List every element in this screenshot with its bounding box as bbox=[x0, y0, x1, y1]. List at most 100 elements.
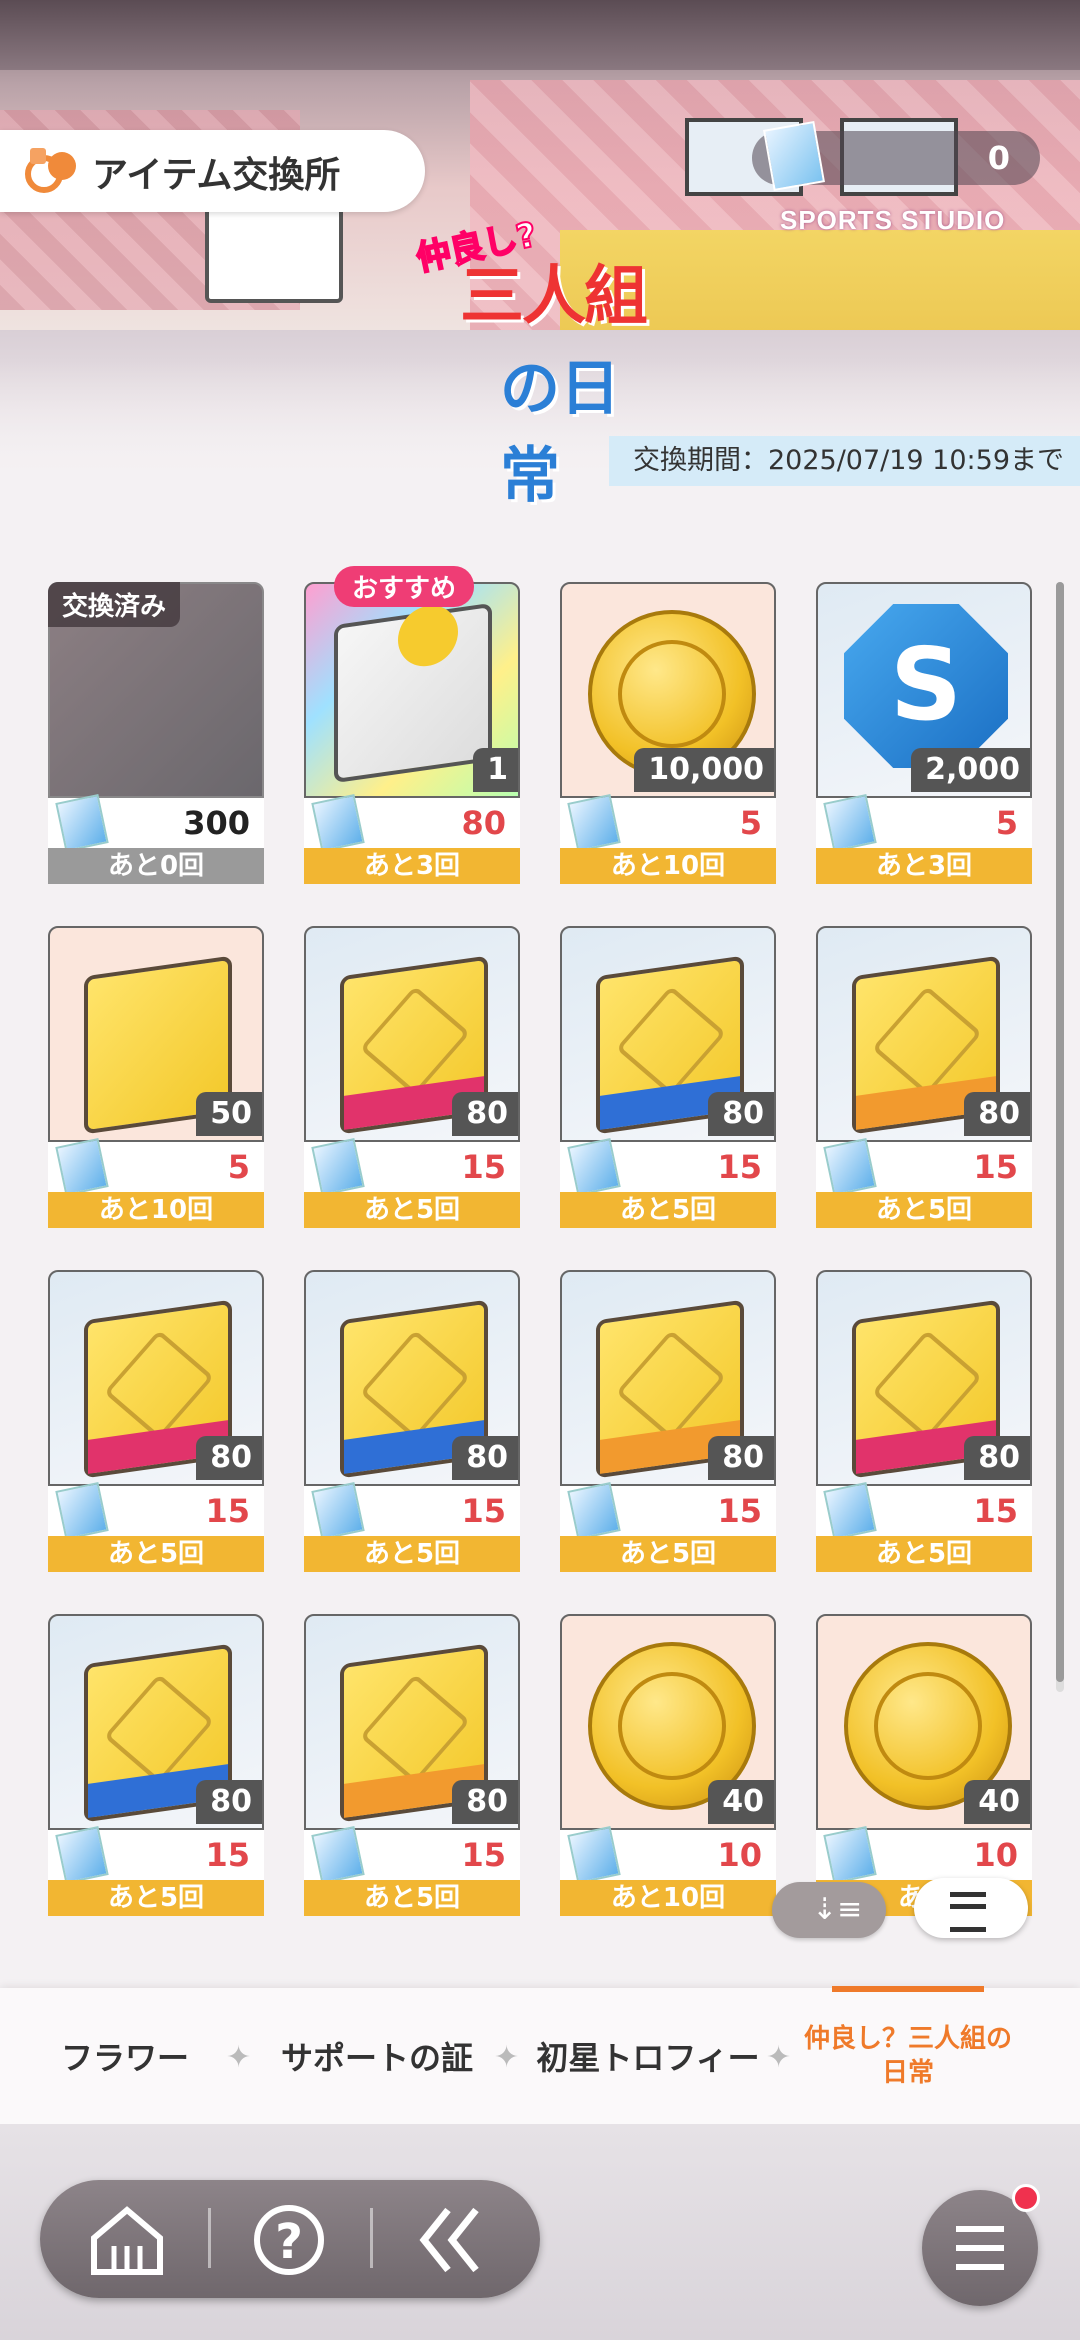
item-quantity: 80 bbox=[196, 1780, 262, 1824]
ticket-icon bbox=[311, 1137, 365, 1197]
sort-button[interactable]: ⇣≡ bbox=[772, 1882, 886, 1938]
item-card[interactable]: 80 15 あと5回 bbox=[304, 1614, 520, 1920]
item-card[interactable]: S 2,000 5 あと3回 bbox=[816, 582, 1032, 888]
item-card[interactable]: 80 15 あと5回 bbox=[560, 1270, 776, 1576]
item-quantity: 80 bbox=[452, 1092, 518, 1136]
item-card[interactable]: おすすめ 1 80 あと3回 bbox=[304, 566, 520, 888]
item-quantity: 40 bbox=[964, 1780, 1030, 1824]
item-cost-row: 15 bbox=[816, 1481, 1032, 1541]
item-quantity: 80 bbox=[964, 1092, 1030, 1136]
ticket-icon bbox=[311, 1825, 365, 1885]
tab-separator-icon: ✦ bbox=[226, 2040, 252, 2075]
item-quantity: 80 bbox=[452, 1780, 518, 1824]
studio-sign-text: SPORTS STUDIO bbox=[780, 205, 1006, 235]
item-remaining: あと5回 bbox=[816, 1192, 1032, 1228]
item-cost-row: 15 bbox=[48, 1481, 264, 1541]
view-toggle-button[interactable] bbox=[914, 1878, 1028, 1938]
item-quantity: 80 bbox=[964, 1436, 1030, 1480]
item-cost-row: 15 bbox=[304, 1137, 520, 1197]
item-card[interactable]: 80 15 あと5回 bbox=[304, 1270, 520, 1576]
item-remaining: あと10回 bbox=[48, 1192, 264, 1228]
item-cost: 15 bbox=[973, 1492, 1018, 1530]
item-card[interactable]: 80 15 あと5回 bbox=[48, 1270, 264, 1576]
help-icon[interactable]: ? bbox=[244, 2198, 334, 2282]
item-cost: 15 bbox=[461, 1492, 506, 1530]
item-cost: 10 bbox=[973, 1836, 1018, 1874]
item-remaining: あと10回 bbox=[560, 848, 776, 884]
item-card[interactable]: 80 15 あと5回 bbox=[48, 1614, 264, 1920]
ticket-icon bbox=[567, 1137, 621, 1197]
ticket-icon bbox=[55, 1137, 109, 1197]
item-card[interactable]: 4010あと bbox=[816, 1614, 1032, 1920]
item-quantity: 2,000 bbox=[911, 748, 1030, 792]
tab-separator-icon: ✦ bbox=[494, 2040, 520, 2075]
event-logo-line3: の日常 bbox=[500, 354, 620, 511]
currency-value: 0 bbox=[987, 139, 1010, 177]
item-cost: 80 bbox=[461, 804, 506, 842]
category-tabs: フラワー ✦ サポートの証 ✦ 初星トロフィー ✦ 仲良し？三人組の日常 bbox=[0, 1988, 1080, 2124]
tab-trophy[interactable]: 初星トロフィー bbox=[528, 1988, 768, 2124]
item-remaining: あと5回 bbox=[48, 1880, 264, 1916]
banner-ceiling bbox=[0, 0, 1080, 70]
tab-event[interactable]: 仲良し？三人組の日常 bbox=[800, 1988, 1016, 2124]
menu-icon bbox=[956, 2226, 1004, 2270]
item-remaining: あと5回 bbox=[304, 1880, 520, 1916]
scrollbar-thumb[interactable] bbox=[1056, 582, 1064, 1682]
item-cost-row: 80 bbox=[304, 793, 520, 853]
item-cost: 15 bbox=[973, 1148, 1018, 1186]
item-remaining: あと5回 bbox=[48, 1536, 264, 1572]
item-card[interactable]: 交換済み 300 あと0回 bbox=[48, 582, 264, 888]
ticket-icon bbox=[55, 1825, 109, 1885]
list-view-icon bbox=[950, 1892, 986, 1932]
item-cost-row: 5 bbox=[48, 1137, 264, 1197]
item-remaining: あと0回 bbox=[48, 848, 264, 884]
exchange-period: 交換期間：2025/07/19 10:59まで bbox=[608, 436, 1080, 486]
active-tab-indicator bbox=[832, 1986, 984, 1992]
item-cost-row: 15 bbox=[560, 1481, 776, 1541]
ticket-icon bbox=[823, 793, 877, 853]
item-remaining: あと5回 bbox=[304, 1192, 520, 1228]
item-remaining: あと10回 bbox=[560, 1880, 776, 1916]
ticket-icon bbox=[311, 1481, 365, 1541]
ticket-icon bbox=[55, 793, 109, 853]
ticket-icon bbox=[567, 1481, 621, 1541]
item-card[interactable]: 10,000 5 あと10回 bbox=[560, 582, 776, 888]
item-cost-row: 10 bbox=[560, 1825, 776, 1885]
sort-icon: ⇣≡ bbox=[812, 1892, 863, 1927]
item-cost-row: 5 bbox=[816, 793, 1032, 853]
item-card[interactable]: 80 15 あと5回 bbox=[560, 926, 776, 1232]
item-remaining: あと5回 bbox=[304, 1536, 520, 1572]
ticket-icon bbox=[823, 1481, 877, 1541]
item-cost-row: 15 bbox=[304, 1481, 520, 1541]
item-quantity: 1 bbox=[473, 748, 518, 792]
item-cost: 10 bbox=[717, 1836, 762, 1874]
item-cost: 5 bbox=[227, 1148, 250, 1186]
event-logo: 仲良し? 三人組 の日常 bbox=[405, 205, 675, 511]
item-card[interactable]: 80 15 あと5回 bbox=[816, 926, 1032, 1232]
notification-dot bbox=[1012, 2184, 1040, 2212]
tab-separator-icon: ✦ bbox=[766, 2040, 792, 2075]
item-card[interactable]: 40 10 あと10回 bbox=[560, 1614, 776, 1920]
item-cost-row: 300 bbox=[48, 793, 264, 853]
home-icon[interactable] bbox=[82, 2198, 172, 2282]
item-quantity: 50 bbox=[196, 1092, 262, 1136]
back-icon[interactable] bbox=[406, 2198, 496, 2282]
item-quantity: 40 bbox=[708, 1780, 774, 1824]
ticket-icon bbox=[763, 120, 825, 192]
item-card[interactable]: 80 15 あと5回 bbox=[816, 1270, 1032, 1576]
currency-counter: 0 bbox=[752, 120, 1040, 192]
exchanged-badge: 交換済み bbox=[48, 582, 181, 627]
item-cost: 15 bbox=[205, 1836, 250, 1874]
item-quantity: 80 bbox=[708, 1092, 774, 1136]
nav-divider bbox=[370, 2208, 373, 2268]
item-remaining: あと5回 bbox=[816, 1536, 1032, 1572]
item-card[interactable]: 50 5 あと10回 bbox=[48, 926, 264, 1232]
tab-support[interactable]: サポートの証 bbox=[262, 1988, 492, 2124]
tab-flower[interactable]: フラワー bbox=[20, 1988, 230, 2124]
scrollbar[interactable] bbox=[1056, 582, 1064, 1692]
item-card[interactable]: 80 15 あと5回 bbox=[304, 926, 520, 1232]
item-remaining: あと5回 bbox=[560, 1192, 776, 1228]
item-cost: 15 bbox=[717, 1492, 762, 1530]
nav-divider bbox=[208, 2208, 211, 2268]
ticket-icon bbox=[823, 1137, 877, 1197]
